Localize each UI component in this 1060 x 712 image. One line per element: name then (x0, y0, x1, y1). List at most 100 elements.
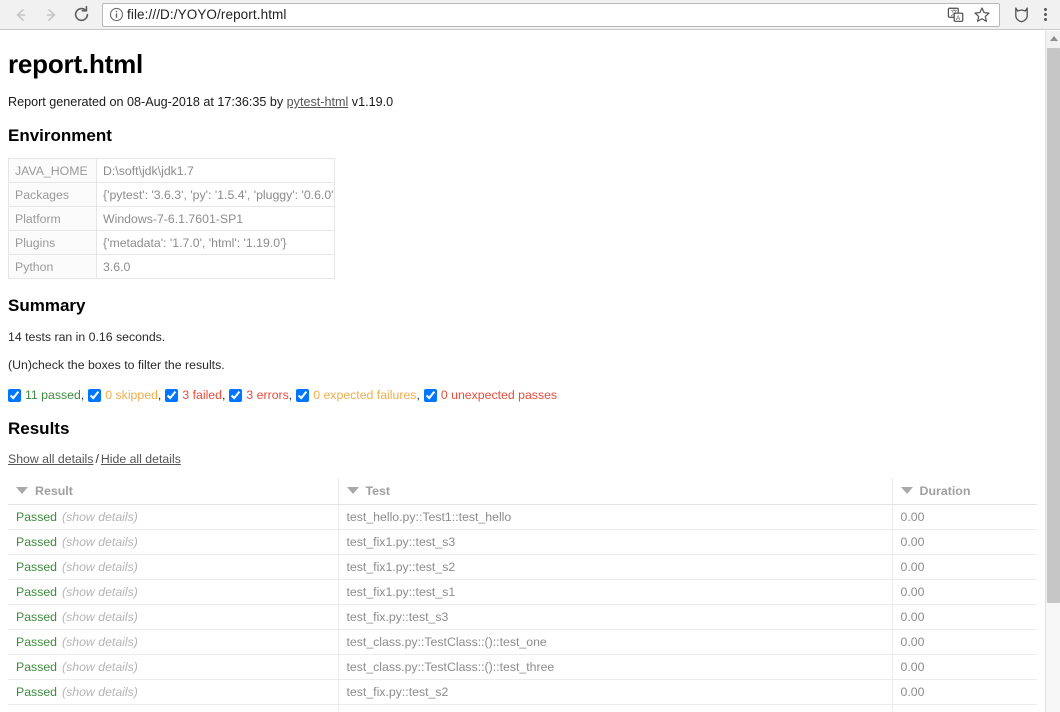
env-value: D:\soft\jdk\jdk1.7 (96, 158, 335, 183)
result-status: Passed (16, 635, 58, 649)
filter-unexpected-passes[interactable]: 0 unexpected passes (423, 388, 558, 402)
shield-icon[interactable] (1008, 2, 1034, 28)
results-header-row: Result Test Duration (8, 478, 1037, 505)
scrollbar-track[interactable] (1046, 603, 1060, 712)
hide-all-details-link[interactable]: Hide all details (101, 452, 181, 466)
env-value: Windows-7-6.1.7601-SP1 (96, 206, 335, 231)
table-row[interactable]: Passed (show details) test_fix.py::test_s… (8, 679, 1037, 705)
result-cell: Passed (show details) (8, 529, 339, 555)
url-text[interactable]: file:///D:/YOYO/report.html (127, 7, 287, 22)
translate-icon[interactable]: 文 A (943, 2, 969, 28)
details-toggle-links: Show all details / Hide all details (8, 452, 1037, 466)
back-button[interactable] (6, 0, 36, 30)
filter-passed-label: 11 passed (25, 388, 81, 402)
duration-cell: 0.00 (892, 554, 1037, 580)
generated-line: Report generated on 08-Aug-2018 at 17:36… (8, 95, 1037, 109)
column-header-duration[interactable]: Duration (892, 478, 1037, 505)
env-value: 3.6.0 (96, 254, 335, 279)
result-cell: Passed (show details) (8, 629, 339, 655)
results-table: Result Test Duration Passed (show details… (8, 478, 1037, 712)
filter-comma: , (416, 388, 420, 402)
test-name-cell: test_class.py::TestClass::()::test_three (338, 654, 893, 680)
table-row[interactable]: Passed (show details) test_class.py::Test… (8, 629, 1037, 655)
result-cell: Passed(show details) (8, 604, 339, 630)
result-status: Passed (16, 660, 58, 674)
forward-button[interactable] (36, 0, 66, 30)
page-scrollbar[interactable] (1045, 31, 1060, 712)
table-row[interactable]: Passed(show details) test_class1.py::Tes… (8, 704, 1037, 712)
address-bar[interactable]: file:///D:/YOYO/report.html 文 A (102, 2, 1000, 28)
result-status: Passed (16, 535, 58, 549)
duration-cell: 0.00 (892, 654, 1037, 680)
table-row[interactable]: Passed (show details) test_fix.py::test_s… (8, 604, 1037, 630)
filter-expected-failures-label: 0 expected failures (313, 388, 417, 402)
duration-cell: 0.00 (892, 704, 1037, 712)
table-row: Python 3.6.0 (8, 254, 335, 279)
test-name-cell: test_class1.py::TestClass::()::test_thre… (338, 704, 893, 712)
table-row[interactable]: Passed (show details) test_class.py::Test… (8, 654, 1037, 680)
test-name-cell: test_class.py::TestClass::()::test_one (338, 629, 893, 655)
show-details-link[interactable]: (show details) (62, 510, 138, 524)
show-details-link[interactable]: (show details) (62, 560, 138, 574)
filter-expected-failures[interactable]: 0 expected failures, (296, 388, 420, 402)
env-key: Plugins (8, 230, 97, 255)
browser-toolbar: file:///D:/YOYO/report.html 文 A (0, 0, 1060, 30)
filter-errors[interactable]: 3 errors, (229, 388, 292, 402)
table-row[interactable]: Passed (show details) test_fix1.py::test_… (8, 579, 1037, 605)
filter-expected-failures-checkbox[interactable] (296, 388, 310, 402)
results-table-head: Result Test Duration (8, 478, 1037, 505)
table-row: Platform Windows-7-6.1.7601-SP1 (8, 206, 335, 231)
show-details-link[interactable]: (show details) (62, 635, 138, 649)
env-value: {'metadata': '1.7.0', 'html': '1.19.0'} (96, 230, 335, 255)
menu-dot (1043, 18, 1047, 21)
duration-cell: 0.00 (892, 529, 1037, 555)
environment-table-body: JAVA_HOME D:\soft\jdk\jdk1.7 Packages {'… (8, 158, 335, 279)
sort-caret-down-icon[interactable] (346, 487, 359, 495)
filter-skipped-checkbox[interactable] (88, 388, 102, 402)
filter-failed-checkbox[interactable] (165, 388, 179, 402)
sort-caret-down-icon[interactable] (900, 487, 913, 495)
chevron-up-icon (1049, 36, 1058, 41)
scrollbar-thumb[interactable] (1047, 48, 1060, 603)
table-row: Plugins {'metadata': '1.7.0', 'html': '1… (8, 230, 335, 255)
omnibox-actions: 文 A (943, 2, 995, 28)
pytest-html-link[interactable]: pytest-html (287, 95, 349, 109)
environment-heading: Environment (8, 126, 112, 145)
sort-caret-down-icon[interactable] (16, 487, 28, 495)
column-header-test[interactable]: Test (338, 478, 893, 505)
results-heading: Results (8, 419, 70, 438)
test-name-cell: test_fix1.py::test_s1 (338, 579, 893, 605)
filter-errors-checkbox[interactable] (229, 388, 243, 402)
filter-passed[interactable]: 11 passed, (8, 388, 84, 402)
show-all-details-link[interactable]: Show all details (8, 452, 93, 466)
scrollbar-up-button[interactable] (1046, 31, 1060, 46)
result-cell: Passed(show details) (8, 704, 339, 712)
column-header-result-label: Result (35, 484, 73, 498)
filter-passed-checkbox[interactable] (8, 388, 21, 402)
generated-prefix: Report generated on 08-Aug-2018 at 17:36… (8, 95, 284, 109)
column-header-result[interactable]: Result (8, 478, 339, 505)
show-details-link[interactable]: (show details) (62, 685, 138, 699)
filter-failed[interactable]: 3 failed, (165, 388, 225, 402)
table-row[interactable]: Passed (show details) test_fix1.py::test_… (8, 554, 1037, 580)
duration-cell: 0.00 (892, 604, 1037, 630)
test-name-cell: test_fix1.py::test_s2 (338, 554, 893, 580)
table-row[interactable]: Passed (show details) test_hello.py::Test… (8, 504, 1037, 530)
env-key: Packages (8, 182, 97, 207)
table-row[interactable]: Passed (show details) test_fix1.py::test_… (8, 529, 1037, 555)
show-details-link[interactable]: (show details) (62, 660, 138, 674)
reload-button[interactable] (66, 0, 96, 30)
show-details-link[interactable]: (show details) (62, 535, 138, 549)
show-details-link[interactable]: (show details) (62, 585, 138, 599)
filter-unexpected-passes-checkbox[interactable] (423, 388, 437, 402)
three-dot-menu-icon[interactable] (1034, 2, 1056, 28)
site-info-icon[interactable] (107, 6, 125, 24)
filter-skipped[interactable]: 0 skipped, (88, 388, 161, 402)
result-cell: Passed(show details) (8, 504, 339, 530)
column-header-duration-label: Duration (919, 484, 971, 498)
result-cell: Passed (show details) (8, 654, 339, 680)
star-icon[interactable] (969, 2, 995, 28)
show-details-link[interactable]: (show details) (62, 610, 138, 624)
filter-unexpected-passes-label: 0 unexpected passes (440, 388, 558, 402)
env-value: {'pytest': '3.6.3', 'py': '1.5.4', 'plug… (96, 182, 335, 207)
